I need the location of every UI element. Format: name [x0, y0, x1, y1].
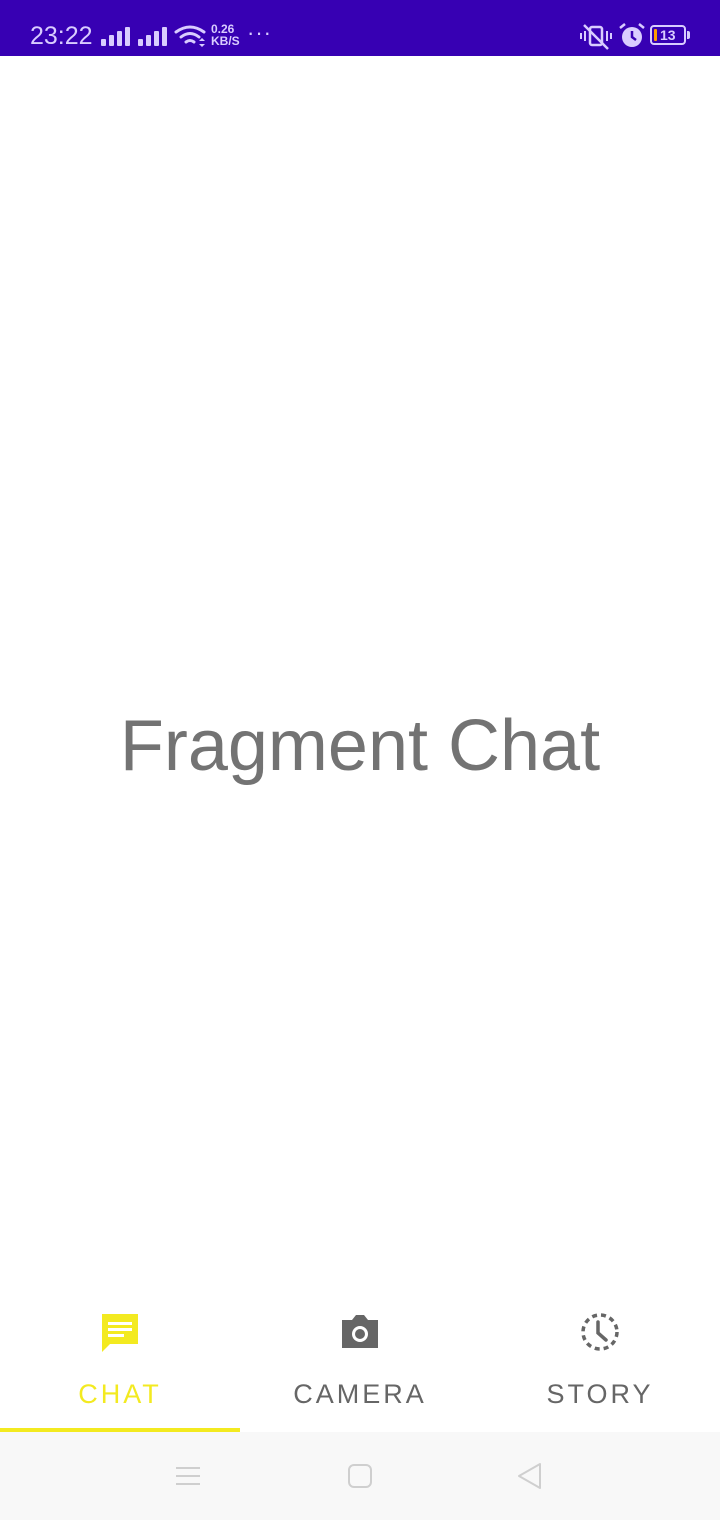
fragment-label: Fragment Chat: [119, 706, 601, 786]
tab-chat-label: CHAT: [78, 1379, 162, 1409]
signal-2-icon: [138, 26, 168, 46]
tab-camera-label: CAMERA: [293, 1379, 427, 1409]
bottom-tab-bar: CHAT CAMERA STORY: [0, 1290, 720, 1432]
system-nav-bar: [0, 1432, 720, 1520]
chat-icon: [102, 1314, 138, 1352]
tab-story[interactable]: STORY: [480, 1290, 720, 1432]
fragment-container: Fragment Chat: [0, 56, 720, 1290]
vibrate-mute-icon: [580, 24, 612, 50]
app-screen: 23:22 0.26 KB/S ··· 13 Fragment Chat CHA…: [0, 0, 720, 1520]
alarm-icon: [619, 23, 645, 47]
network-speed-unit: KB/S: [211, 34, 240, 48]
tab-story-label: STORY: [546, 1379, 654, 1409]
camera-icon: [342, 1315, 378, 1348]
battery-level: 13: [660, 27, 676, 43]
status-bar: 23:22 0.26 KB/S ··· 13: [0, 0, 720, 56]
more-notifications-icon: ···: [247, 20, 272, 45]
story-clock-icon: [581, 1313, 619, 1351]
network-speed: 0.26 KB/S: [211, 23, 247, 47]
tab-chat[interactable]: CHAT: [0, 1290, 240, 1432]
battery-icon: 13: [650, 25, 686, 45]
battery-fill: [654, 29, 657, 41]
wifi-icon: [174, 25, 206, 47]
battery-tip: [687, 31, 690, 39]
status-time: 23:22: [30, 22, 93, 50]
signal-1-icon: [101, 26, 131, 46]
tab-camera[interactable]: CAMERA: [240, 1290, 480, 1432]
back-icon[interactable]: [514, 1460, 546, 1492]
menu-icon[interactable]: [172, 1460, 204, 1492]
home-icon[interactable]: [344, 1460, 376, 1492]
